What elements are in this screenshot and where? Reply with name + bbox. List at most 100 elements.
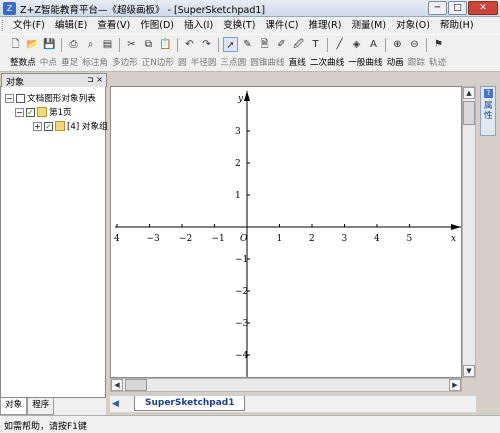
checkbox[interactable]: ✓	[44, 121, 53, 131]
x-tick-label: −2	[179, 234, 192, 244]
copy-icon[interactable]: ⧉	[141, 37, 156, 52]
window-title: Z+Z智能教育平台—《超级画板》 - [SuperSketchpad1]	[20, 5, 266, 16]
scroll-up-icon[interactable]: ▲	[463, 87, 475, 99]
properties-dock[interactable]: ? 属性	[480, 86, 496, 136]
menu-item[interactable]: 测量(M)	[346, 17, 391, 34]
vertical-scroll-thumb[interactable]	[463, 101, 475, 125]
drawing-canvas[interactable]: 4 −3 −2 −1 O 1 2 3 4 5 3 2 1 −1 −2 −3 −4 x y	[110, 86, 462, 378]
zoom-in-icon[interactable]: ⊕	[390, 37, 405, 52]
tab-objects[interactable]: 对象	[0, 398, 28, 415]
status-bar: 如需帮助，请按F1键	[0, 415, 500, 433]
separator	[426, 37, 427, 52]
menu-item[interactable]: 查看(V)	[92, 17, 135, 34]
group-icon	[55, 121, 65, 131]
undo-icon[interactable]: ↶	[182, 37, 197, 52]
menu-item[interactable]: 课件(C)	[260, 17, 303, 34]
page-icon[interactable]: 🗎	[257, 37, 272, 52]
text-icon[interactable]: T	[308, 37, 323, 52]
menu-item[interactable]: 变换(T)	[218, 17, 260, 34]
menu-item[interactable]: 推理(R)	[303, 17, 346, 34]
menu-item[interactable]: 对象(O)	[391, 17, 435, 34]
draw-point-icon[interactable]: ✎	[240, 37, 255, 52]
scroll-left-icon[interactable]: ◀	[111, 379, 123, 391]
x-tick-label: −3	[147, 234, 161, 244]
tool-button[interactable]: 圆	[176, 54, 189, 72]
document-icon[interactable]: ▤	[100, 37, 115, 52]
x-tick-label: 5	[407, 234, 413, 244]
tool-button[interactable]: 直线	[287, 54, 308, 72]
new-icon[interactable]: 🗋	[8, 37, 23, 52]
tool-button[interactable]: 半径圆	[189, 54, 219, 72]
tool-button[interactable]: 轨迹	[427, 54, 448, 72]
collapse-icon[interactable]: −	[15, 107, 24, 117]
save-icon[interactable]: 💾	[42, 37, 57, 52]
checkbox[interactable]	[16, 93, 25, 103]
tool-button[interactable]: 圆锥曲线	[248, 54, 286, 72]
tab-program[interactable]: 程序	[27, 398, 55, 415]
tool-button[interactable]: 标注角	[80, 54, 110, 72]
tool-button[interactable]: 一般曲线	[346, 54, 384, 72]
tool-button[interactable]: 三点圆	[218, 54, 248, 72]
panel-pin-close[interactable]: ⊐ ×	[87, 75, 103, 84]
minimize-button[interactable]: ─	[428, 1, 447, 15]
fill-icon[interactable]: ◈	[349, 37, 364, 52]
scroll-right-icon[interactable]: ▶	[449, 379, 461, 391]
pen-icon[interactable]: 🖉	[291, 37, 306, 52]
separator	[61, 37, 62, 52]
properties-label: 属性	[484, 101, 493, 121]
x-axis-arrow	[451, 224, 461, 230]
window-controls: ─ □ ✕	[428, 1, 498, 15]
status-text: 如需帮助，请按F1键	[4, 422, 87, 432]
checkbox[interactable]: ✓	[26, 107, 35, 117]
tool-button[interactable]: 多边形	[110, 54, 140, 72]
y-tick-label: −4	[235, 351, 249, 361]
vertical-scrollbar[interactable]: ▲ ▼	[462, 86, 476, 378]
x-tick-label: 4	[114, 234, 120, 244]
tool-button[interactable]: 二次曲线	[308, 54, 346, 72]
tool-button[interactable]: 跟踪	[406, 54, 427, 72]
maximize-button[interactable]: □	[448, 1, 467, 15]
app-icon: Z	[3, 2, 16, 15]
expand-icon[interactable]: +	[33, 121, 42, 131]
tree-row-group[interactable]: + ✓ [4] 对象组	[5, 119, 108, 133]
sheet-nav-icon[interactable]: ◀	[112, 399, 119, 409]
zoom-out-icon[interactable]: ⊖	[407, 37, 422, 52]
menu-item[interactable]: 作图(D)	[135, 17, 179, 34]
select-arrow-icon[interactable]: ➚	[223, 37, 238, 52]
menu-item[interactable]: 帮助(H)	[435, 17, 479, 34]
flag-icon[interactable]: ⚑	[431, 37, 446, 52]
tool-button[interactable]: 动画	[385, 54, 406, 72]
tree-label: [4] 对象组	[67, 122, 108, 132]
tree-row-page[interactable]: − ✓ 第1页	[5, 105, 108, 119]
cut-icon[interactable]: ✂	[124, 37, 139, 52]
horizontal-scrollbar[interactable]: ◀ ▶	[110, 378, 462, 392]
line-style-icon[interactable]: ╱	[332, 37, 347, 52]
open-icon[interactable]: 📂	[25, 37, 40, 52]
properties-icon: ?	[484, 89, 493, 98]
x-axis-label: x	[451, 234, 456, 244]
menu-item[interactable]: 文件(F)	[8, 17, 50, 34]
scroll-down-icon[interactable]: ▼	[463, 365, 475, 377]
tool-button[interactable]: 垂足	[59, 54, 80, 72]
collapse-icon[interactable]: −	[5, 93, 14, 103]
x-tick-label: 4	[374, 234, 380, 244]
sheet-tab-supersketchpad[interactable]: SuperSketchpad1	[134, 396, 246, 411]
print-icon[interactable]: ⎙	[66, 37, 81, 52]
menu-item[interactable]: 插入(I)	[179, 17, 218, 34]
x-tick-label: 2	[309, 234, 315, 244]
tree-row-root[interactable]: − 文档图形对象列表	[5, 91, 108, 105]
tool-button[interactable]: 中点	[38, 54, 59, 72]
redo-icon[interactable]: ↷	[199, 37, 214, 52]
sheet-tabs: ◀ SuperSketchpad1	[110, 396, 476, 412]
horizontal-scroll-thumb[interactable]	[125, 379, 147, 391]
close-button[interactable]: ✕	[468, 1, 498, 15]
tool-button[interactable]: 整数点	[8, 54, 38, 72]
tool-button[interactable]: 正N边形	[140, 54, 176, 72]
print-preview-icon[interactable]: ⌕	[83, 37, 98, 52]
color-picker-icon[interactable]: ✐	[274, 37, 289, 52]
y-tick-label: 2	[235, 159, 241, 169]
separator	[218, 37, 219, 52]
menu-item[interactable]: 编辑(E)	[50, 17, 92, 34]
paste-icon[interactable]: 📋	[158, 37, 173, 52]
font-color-icon[interactable]: A	[366, 37, 381, 52]
